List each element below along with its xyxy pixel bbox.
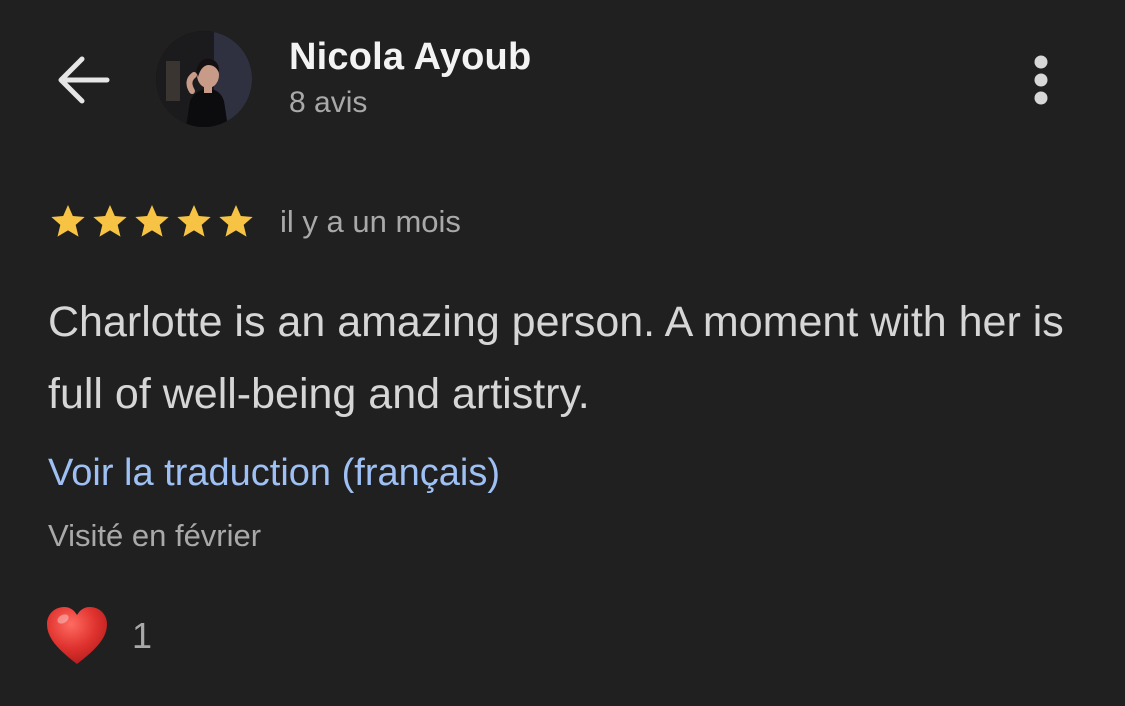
avatar-image	[156, 31, 252, 127]
review-header: Nicola Ayoub 8 avis	[0, 0, 1125, 150]
more-options-button[interactable]	[1016, 48, 1066, 112]
star-icon	[177, 205, 211, 237]
star-icon	[93, 205, 127, 237]
translate-link[interactable]: Voir la traduction (français)	[48, 452, 500, 495]
heart-icon	[47, 607, 107, 664]
review-date: il y a un mois	[280, 204, 461, 239]
rating-row: il y a un mois	[48, 198, 461, 246]
star-icon	[135, 205, 169, 237]
star-rating	[48, 202, 256, 242]
arrow-left-icon	[58, 56, 110, 104]
avatar[interactable]	[156, 31, 252, 127]
star-icon	[219, 205, 253, 237]
reaction-button[interactable]: 1	[44, 604, 152, 668]
visit-info: Visité en février	[48, 518, 262, 553]
more-vert-icon	[1034, 55, 1048, 105]
review-text: Charlotte is an amazing person. A moment…	[48, 298, 1064, 418]
review-count: 8 avis	[289, 86, 368, 119]
back-button[interactable]	[52, 50, 116, 110]
author-name[interactable]: Nicola Ayoub	[289, 36, 531, 79]
star-icon	[51, 205, 85, 237]
reaction-count: 1	[132, 615, 153, 656]
